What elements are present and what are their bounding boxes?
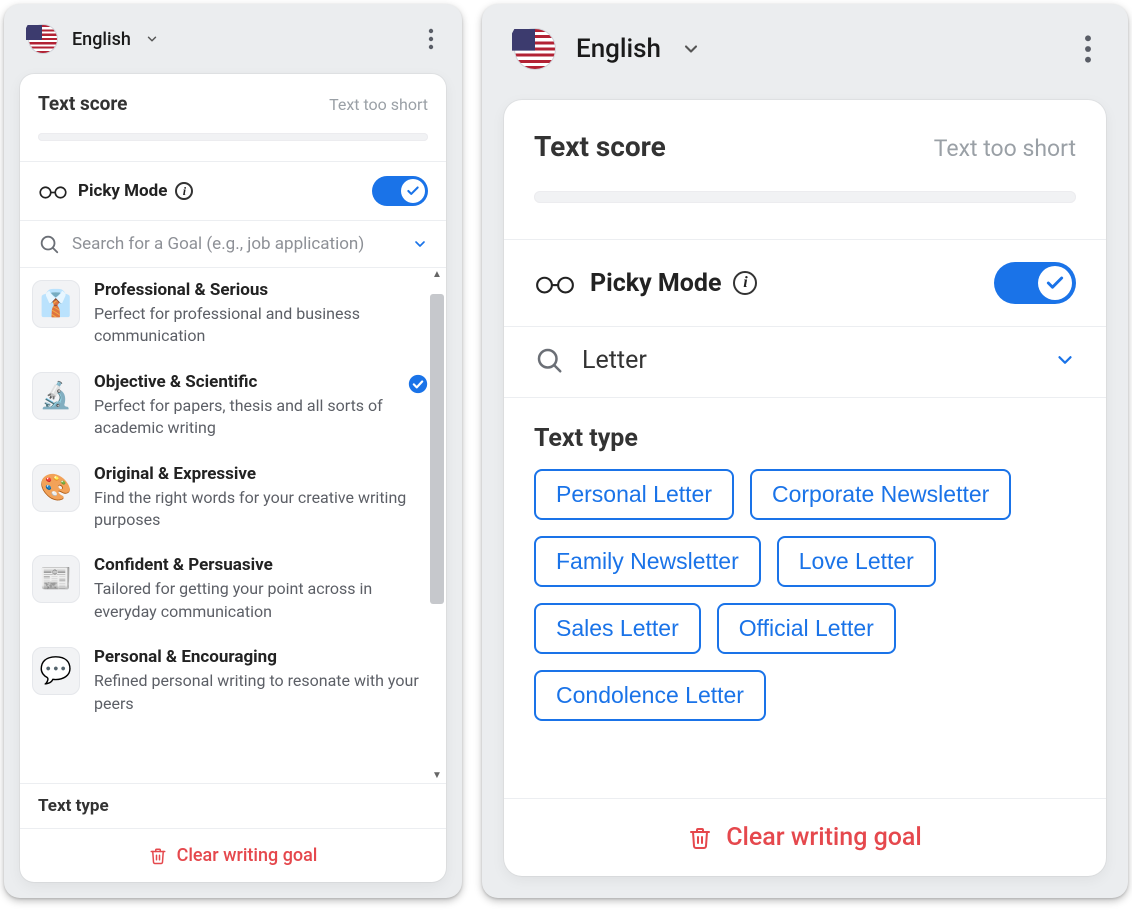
glasses-icon [38,182,68,200]
goal-item-confident[interactable]: 📰 Confident & Persuasive Tailored for ge… [20,543,446,635]
goal-dropdown-toggle[interactable] [1054,349,1076,371]
newspaper-icon: 📰 [32,555,80,603]
goal-desc: Tailored for getting your point across i… [94,578,428,623]
text-type-chip[interactable]: Love Letter [777,536,936,587]
goal-title: Professional & Serious [94,280,428,300]
text-type-chip[interactable]: Sales Letter [534,603,701,654]
text-type-chip[interactable]: Personal Letter [534,469,734,520]
panel-left: English Text score Text too short Picky … [4,4,462,898]
score-status: Text too short [934,135,1076,162]
text-type-heading: Text type [504,398,1106,469]
language-selector[interactable]: English [514,28,701,70]
clear-goal-label: Clear writing goal [726,823,922,852]
scrollbar-thumb[interactable] [430,294,444,604]
text-type-chip[interactable]: Corporate Newsletter [750,469,1011,520]
text-type-chip-group: Personal Letter Corporate Newsletter Fam… [504,469,1106,747]
goal-search-row [20,221,446,267]
search-icon [38,233,60,255]
goal-item-objective[interactable]: 🔬 Objective & Scientific Perfect for pap… [20,360,446,452]
goal-title: Objective & Scientific [94,372,394,392]
language-label: English [72,29,131,50]
microscope-icon: 🔬 [32,372,80,420]
search-icon [534,345,564,375]
more-menu-button[interactable] [1080,28,1096,70]
picky-mode-toggle[interactable] [994,262,1076,304]
goal-search-input[interactable] [582,346,1036,375]
selected-check-icon [408,374,428,440]
glasses-icon [534,271,576,295]
goal-desc: Find the right words for your creative w… [94,487,428,532]
topbar-right: English [482,4,1128,100]
palette-icon: 🎨 [32,464,80,512]
speech-bubble-icon: 💬 [32,647,80,695]
flag-us-icon [514,28,556,70]
goal-search-input[interactable] [72,234,400,254]
briefcase-icon: 👔 [32,280,80,328]
goal-item-personal[interactable]: 💬 Personal & Encouraging Refined persona… [20,635,446,727]
score-progress-bar [534,191,1076,203]
flag-us-icon [28,24,58,54]
toggle-knob [1038,266,1072,300]
goal-title: Confident & Persuasive [94,555,428,575]
toggle-knob [401,179,425,203]
chevron-down-icon [145,32,159,46]
goal-item-original[interactable]: 🎨 Original & Expressive Find the right w… [20,452,446,544]
goal-title: Original & Expressive [94,464,428,484]
picky-mode-label: Picky Mode i [78,181,193,201]
language-selector[interactable]: English [28,24,159,54]
info-icon[interactable]: i [175,182,193,200]
score-progress-bar [38,133,428,141]
goal-list: 👔 Professional & Serious Perfect for pro… [20,268,446,783]
clear-writing-goal-button[interactable]: Clear writing goal [20,828,446,882]
more-menu-button[interactable] [424,22,438,56]
picky-mode-row: Picky Mode i [20,162,446,220]
picky-mode-label: Picky Mode i [590,269,757,298]
goal-title: Personal & Encouraging [94,647,428,667]
clear-writing-goal-button[interactable]: Clear writing goal [504,798,1106,876]
trash-icon [149,847,167,865]
score-card-left: Text score Text too short Picky Mode i [20,74,446,882]
goal-search-row [504,327,1106,397]
goal-item-professional[interactable]: 👔 Professional & Serious Perfect for pro… [20,268,446,360]
goal-desc: Perfect for papers, thesis and all sorts… [94,395,394,440]
picky-mode-toggle[interactable] [372,176,428,206]
goal-list-scroll: 👔 Professional & Serious Perfect for pro… [20,267,446,783]
score-status: Text too short [329,95,428,114]
scroll-down-arrow-icon[interactable]: ▼ [432,769,442,783]
score-card-right: Text score Text too short Picky Mode i [504,100,1106,876]
panel-right: English Text score Text too short Picky … [482,4,1128,898]
text-type-chip[interactable]: Official Letter [717,603,896,654]
goal-scrollbar[interactable]: ▲ ▼ [430,268,444,783]
goal-dropdown-toggle[interactable] [412,236,428,252]
text-type-heading: Text type [20,783,446,828]
chevron-down-icon [681,39,701,59]
topbar-left: English [4,4,462,74]
score-title: Text score [38,92,127,115]
goal-desc: Perfect for professional and business co… [94,303,428,348]
clear-goal-label: Clear writing goal [177,845,318,866]
scroll-up-arrow-icon[interactable]: ▲ [432,268,442,282]
text-type-chip[interactable]: Condolence Letter [534,670,766,721]
info-icon[interactable]: i [733,271,757,295]
text-type-chip[interactable]: Family Newsletter [534,536,761,587]
language-label: English [576,34,661,64]
goal-desc: Refined personal writing to resonate wit… [94,670,428,715]
score-title: Text score [534,130,666,163]
trash-icon [688,826,712,850]
picky-mode-row: Picky Mode i [504,240,1106,326]
